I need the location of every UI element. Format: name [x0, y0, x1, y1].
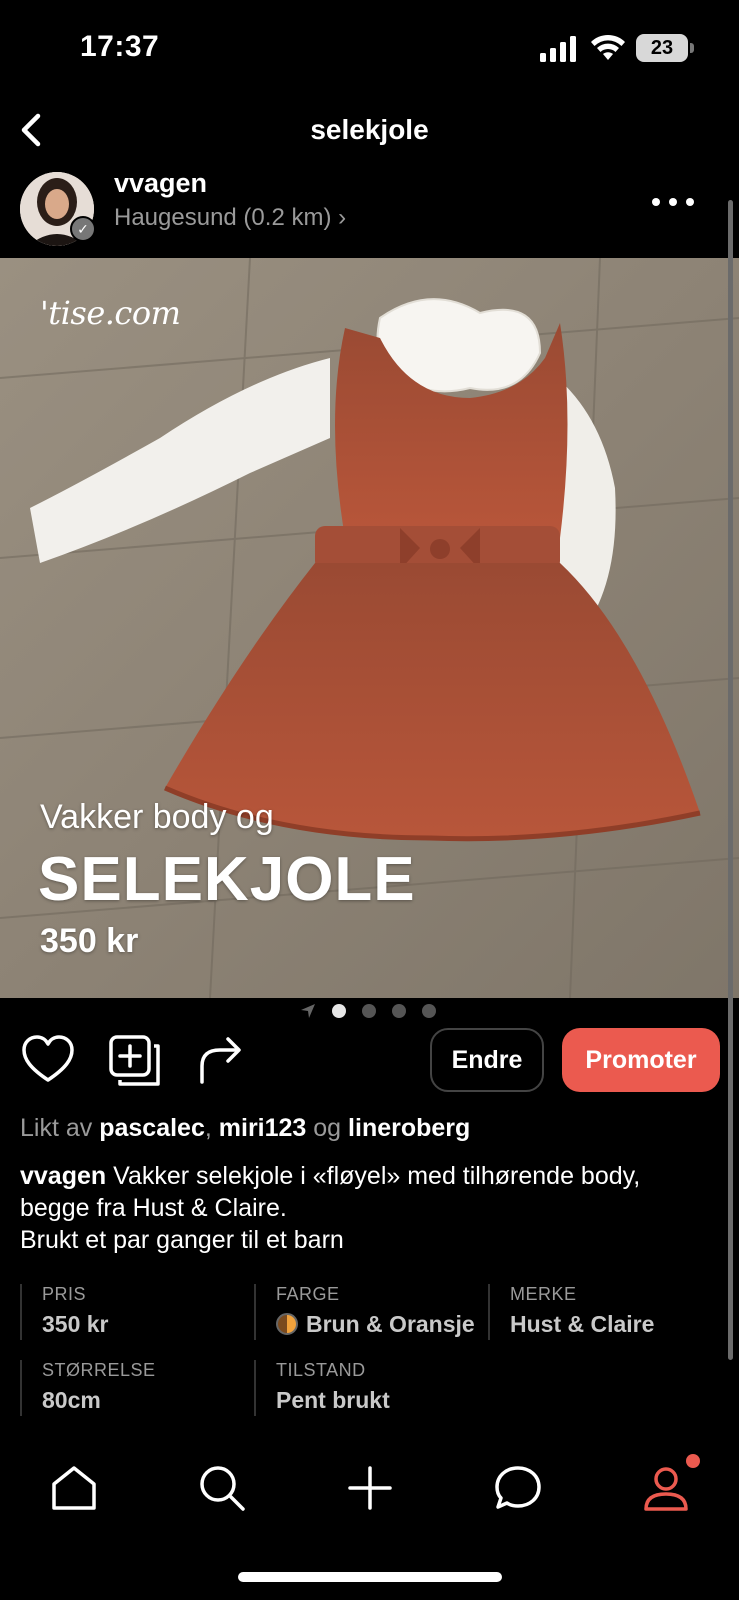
- page-title: selekjole: [310, 114, 429, 145]
- home-icon[interactable]: [48, 1462, 100, 1514]
- detail-label: PRIS: [42, 1284, 87, 1304]
- description-line: vvagen Vakker selekjole i «fløyel» med t…: [20, 1160, 730, 1192]
- detail-value: 350 kr: [42, 1311, 109, 1337]
- save-collection-icon[interactable]: [106, 1032, 162, 1088]
- battery-nub: [690, 43, 694, 53]
- signal-icon: [540, 36, 576, 62]
- status-bar: 17:37 23: [0, 0, 739, 100]
- pager-dot[interactable]: [332, 1004, 346, 1018]
- detail-label: TILSTAND: [276, 1360, 366, 1380]
- liked-user[interactable]: pascalec: [99, 1114, 205, 1142]
- profile-icon[interactable]: [640, 1462, 692, 1514]
- action-row: Endre Promoter: [0, 1026, 739, 1098]
- detail-value[interactable]: Hust & Claire: [510, 1311, 708, 1338]
- photo-overlay-subtitle: Vakker body og: [40, 798, 274, 836]
- detail-brand[interactable]: MERKE Hust & Claire: [488, 1284, 708, 1340]
- wifi-icon: [591, 34, 625, 60]
- listing-description: vvagen Vakker selekjole i «fløyel» med t…: [20, 1160, 730, 1256]
- detail-value-row: Brun & Oransje: [276, 1311, 475, 1338]
- status-time: 17:37: [80, 30, 160, 63]
- pager-dot[interactable]: [362, 1004, 376, 1018]
- detail-color: FARGE Brun & Oransje: [254, 1284, 475, 1340]
- more-options-icon[interactable]: [648, 190, 698, 214]
- description-author[interactable]: vvagen: [20, 1162, 106, 1190]
- color-swatch-icon: [276, 1313, 298, 1335]
- edit-button[interactable]: Endre: [430, 1028, 544, 1092]
- location-arrow-icon: [301, 1004, 315, 1018]
- seller-name[interactable]: vvagen: [114, 168, 207, 199]
- description-line: begge fra Hust & Claire.: [20, 1194, 287, 1222]
- tise-watermark: 'tise.com: [40, 294, 181, 332]
- detail-value: Brun & Oransje: [306, 1311, 475, 1337]
- detail-price: PRIS 350 kr: [20, 1284, 240, 1340]
- nav-bar: selekjole: [0, 100, 739, 166]
- heart-icon[interactable]: [20, 1032, 76, 1088]
- liked-by: Likt av pascalec, miri123 og lineroberg: [20, 1114, 470, 1143]
- notification-badge: [686, 1454, 700, 1468]
- pager-dot[interactable]: [422, 1004, 436, 1018]
- description-line: Brukt et par ganger til et barn: [20, 1226, 344, 1254]
- tab-bar: [0, 1440, 739, 1550]
- share-arrow-icon[interactable]: [192, 1032, 248, 1088]
- photo-overlay-price: 350 kr: [40, 922, 139, 960]
- detail-condition: TILSTAND Pent brukt: [254, 1360, 474, 1416]
- image-pager: [0, 1000, 739, 1022]
- detail-label: MERKE: [510, 1284, 577, 1304]
- pager-dot[interactable]: [392, 1004, 406, 1018]
- liked-separator: ,: [204, 1114, 212, 1142]
- home-indicator: [238, 1572, 502, 1582]
- seller-row[interactable]: ✓ vvagen Haugesund (0.2 km) ›: [0, 166, 739, 258]
- detail-label: FARGE: [276, 1284, 340, 1304]
- plus-icon[interactable]: [344, 1462, 396, 1514]
- detail-size: STØRRELSE 80cm: [20, 1360, 240, 1416]
- scrollbar[interactable]: [728, 200, 733, 1360]
- promote-button[interactable]: Promoter: [562, 1028, 720, 1092]
- detail-label: STØRRELSE: [42, 1360, 156, 1380]
- detail-value: Pent brukt: [276, 1387, 390, 1413]
- battery-icon: 23: [636, 34, 688, 62]
- description-text: Vakker selekjole i «fløyel» med tilhøren…: [113, 1162, 641, 1190]
- photo-overlay-title: SELEKJOLE: [38, 845, 416, 914]
- liked-user[interactable]: lineroberg: [348, 1114, 470, 1142]
- detail-value: 80cm: [42, 1387, 101, 1413]
- product-photo[interactable]: 'tise.com Vakker body og SELEKJOLE 350 k…: [0, 258, 739, 998]
- liked-by-prefix: Likt av: [20, 1114, 93, 1142]
- chat-icon[interactable]: [492, 1462, 544, 1514]
- verified-check-icon: ✓: [70, 216, 96, 242]
- seller-location[interactable]: Haugesund (0.2 km) ›: [114, 204, 346, 232]
- search-icon[interactable]: [196, 1462, 248, 1514]
- liked-user[interactable]: miri123: [219, 1114, 307, 1142]
- liked-and: og: [313, 1114, 342, 1142]
